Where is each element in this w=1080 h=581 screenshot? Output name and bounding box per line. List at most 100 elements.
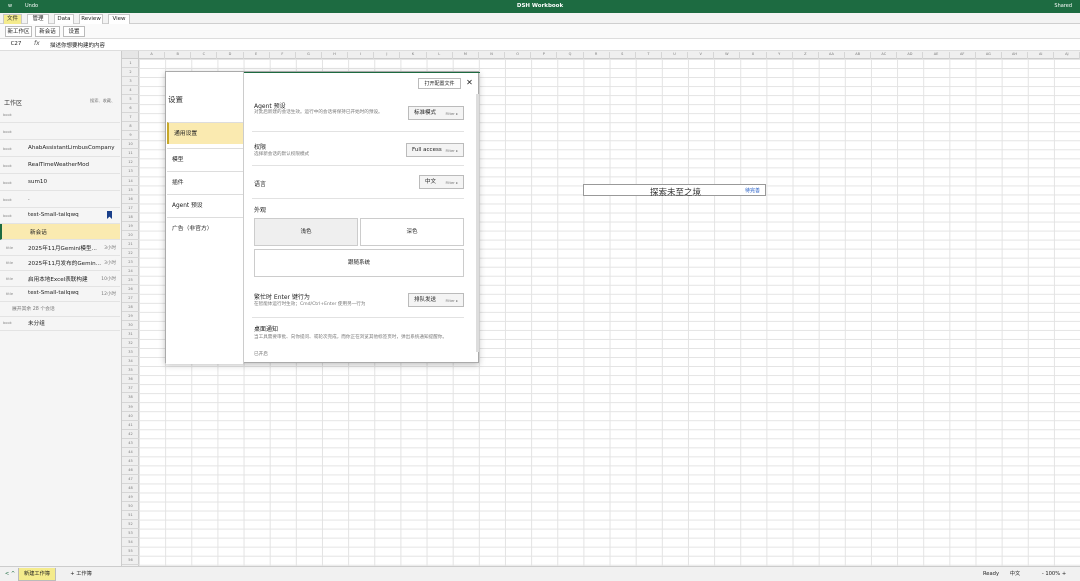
column-header-cell[interactable]: P	[531, 52, 558, 59]
row-header-cell[interactable]: 15	[122, 186, 139, 195]
sidebar-item[interactable]: book	[0, 124, 120, 140]
row-header-cell[interactable]: 6	[122, 104, 139, 114]
agent-preset-select[interactable]: 标准模式 Filter ▸	[408, 106, 464, 120]
column-header-cell[interactable]: AD	[897, 52, 924, 59]
row-header-cell[interactable]: 1	[122, 59, 139, 69]
merged-cell[interactable]: 探索未至之境 待完善	[583, 184, 766, 198]
row-header-cell[interactable]: 46	[122, 466, 139, 475]
row-header-cell[interactable]: 33	[122, 348, 139, 358]
row-header-cell[interactable]: 13	[122, 167, 139, 177]
row-header-cell[interactable]: 54	[122, 538, 139, 548]
row-header-cell[interactable]: 23	[122, 258, 139, 267]
row-header-cell[interactable]: 16	[122, 195, 139, 204]
column-header-cell[interactable]: AF	[950, 52, 976, 59]
bookmark-icon[interactable]	[107, 211, 112, 219]
row-header-cell[interactable]: 44	[122, 448, 139, 457]
sidebar-item[interactable]: book RealTimeWeatherMod	[0, 158, 120, 174]
column-header-cell[interactable]: O	[505, 52, 532, 59]
column-header-cell[interactable]: R	[584, 52, 610, 59]
select-all-corner[interactable]	[122, 51, 139, 59]
column-header-cell[interactable]: D	[217, 52, 244, 59]
language-select[interactable]: 中文 Filter ▸	[419, 175, 464, 189]
menu-manage[interactable]: 管理	[27, 14, 49, 24]
column-header-cell[interactable]: AC	[871, 52, 898, 59]
column-header-cell[interactable]: AJ	[1054, 52, 1080, 59]
column-header-cell[interactable]: AI	[1028, 52, 1055, 59]
row-header-cell[interactable]: 22	[122, 249, 139, 258]
column-header-cell[interactable]: M	[453, 52, 479, 59]
theme-light-button[interactable]: 浅色	[254, 218, 358, 246]
row-header-cell[interactable]: 42	[122, 430, 139, 439]
row-header-cell[interactable]: 31	[122, 330, 139, 340]
settings-button[interactable]: 设置	[63, 26, 85, 37]
row-header-cell[interactable]: 28	[122, 303, 139, 313]
row-header-cell[interactable]: 43	[122, 439, 139, 448]
column-header-cell[interactable]: N	[479, 52, 506, 59]
row-header-cell[interactable]: 36	[122, 375, 139, 385]
row-header-cell[interactable]: 12	[122, 158, 139, 168]
column-header-cell[interactable]: G	[296, 52, 323, 59]
nav-plugins[interactable]: 插件	[167, 171, 243, 193]
column-header-cell[interactable]: AB	[845, 52, 872, 59]
add-sheet-button[interactable]: + 工作簿	[66, 568, 96, 581]
row-header-cell[interactable]: 47	[122, 475, 139, 484]
sidebar-item[interactable]: book 未分组	[0, 315, 120, 331]
row-header-cell[interactable]: 51	[122, 511, 139, 521]
row-header-cell[interactable]: 45	[122, 457, 139, 466]
row-header-cell[interactable]: 30	[122, 321, 139, 331]
column-header-cell[interactable]: F	[270, 52, 296, 59]
input-lang[interactable]: 中文	[1006, 568, 1024, 581]
formula-input[interactable]: 描述你想要构建的内容	[50, 41, 105, 49]
row-header-cell[interactable]: 2	[122, 68, 139, 78]
column-header-cell[interactable]: AA	[819, 52, 846, 59]
row-header-cell[interactable]: 3	[122, 77, 139, 87]
column-header-cell[interactable]: T	[636, 52, 662, 59]
row-header-cell[interactable]: 8	[122, 122, 139, 132]
row-header-cell[interactable]: 4	[122, 86, 139, 96]
column-header-cell[interactable]: A	[139, 52, 166, 59]
column-header-cell[interactable]: B	[165, 52, 192, 59]
sidebar-item[interactable]: title 启用本地Excel表联构建 10小时	[0, 271, 120, 287]
cell-reference[interactable]: C27	[4, 41, 28, 47]
new-workspace-button[interactable]: 新工作区	[5, 26, 32, 37]
sidebar-tools[interactable]: 搜索、收藏、	[90, 98, 115, 104]
row-header-cell[interactable]: 29	[122, 312, 139, 322]
column-header-cell[interactable]: I	[348, 52, 375, 59]
permission-select[interactable]: Full access Filter ▸	[406, 143, 464, 157]
shared-status[interactable]: Shared	[1054, 3, 1072, 9]
row-header-cell[interactable]: 50	[122, 502, 139, 511]
row-header-cell[interactable]: 14	[122, 177, 139, 186]
sheet-nav-button[interactable]: < ^	[4, 568, 16, 581]
settings-scrollbar[interactable]	[476, 94, 479, 352]
row-header-cell[interactable]: 35	[122, 366, 139, 376]
column-header-cell[interactable]: H	[322, 52, 349, 59]
sidebar-item[interactable]: book sum10	[0, 175, 120, 191]
row-header-cell[interactable]: 41	[122, 421, 139, 430]
nav-general[interactable]: 通用设置	[167, 122, 243, 144]
notify-state[interactable]: 已开启	[254, 352, 404, 358]
row-header-cell[interactable]: 25	[122, 276, 139, 285]
row-header-cell[interactable]: 11	[122, 149, 139, 159]
column-header-cell[interactable]: Q	[557, 52, 584, 59]
row-header-cell[interactable]: 49	[122, 493, 139, 502]
column-header-cell[interactable]: C	[191, 52, 218, 59]
row-header-cell[interactable]: 38	[122, 393, 139, 403]
theme-system-button[interactable]: 跟随系统	[254, 249, 464, 277]
row-header-cell[interactable]: 52	[122, 520, 139, 530]
row-header-cell[interactable]: 17	[122, 204, 139, 213]
row-header-cell[interactable]: 37	[122, 384, 139, 394]
row-header-cell[interactable]: 21	[122, 240, 139, 249]
column-header-cell[interactable]: K	[401, 52, 427, 59]
nav-ads[interactable]: 广告（非官方）	[167, 217, 243, 239]
menu-view[interactable]: View	[108, 14, 130, 24]
column-header-cell[interactable]: Z	[793, 52, 819, 59]
column-header-cell[interactable]: AE	[924, 52, 950, 59]
column-header-cell[interactable]: E	[244, 52, 270, 59]
row-header-cell[interactable]: 7	[122, 113, 139, 123]
column-header-cell[interactable]: U	[662, 52, 689, 59]
nav-agent-presets[interactable]: Agent 预设	[167, 194, 243, 216]
column-header-cell[interactable]: S	[610, 52, 636, 59]
theme-dark-button[interactable]: 深色	[360, 218, 464, 246]
column-header-cell[interactable]: AH	[1002, 52, 1029, 59]
row-header-cell[interactable]: 24	[122, 267, 139, 276]
